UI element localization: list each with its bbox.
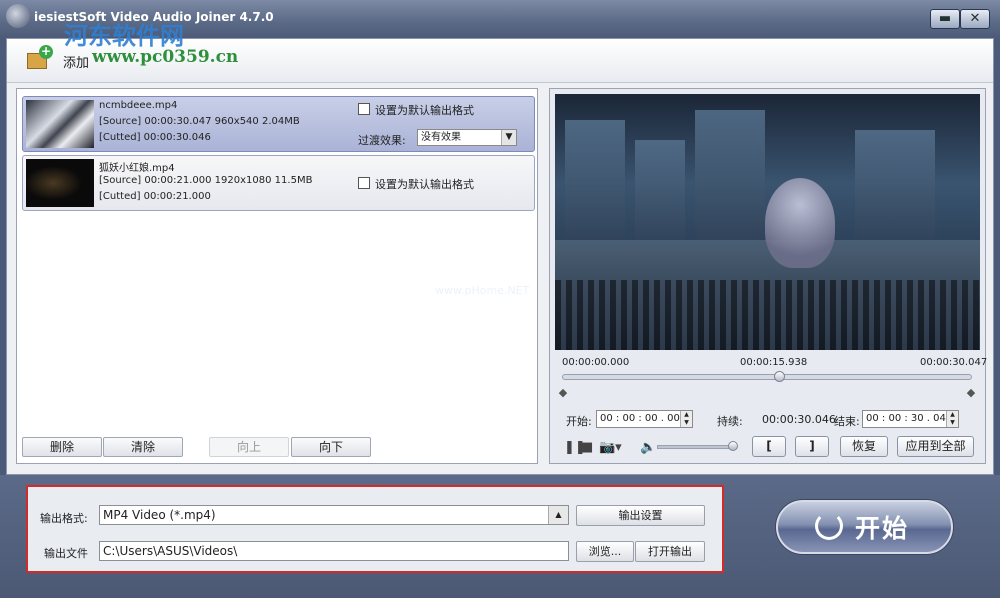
transition-select[interactable]: 没有效果 ▼ <box>417 129 517 146</box>
open-output-button[interactable]: 打开输出 <box>635 541 705 562</box>
file-name: 狐妖小红娘.mp4 <box>99 163 175 174</box>
add-file-icon[interactable]: + <box>23 45 53 71</box>
stop-icon[interactable]: ■ <box>581 440 593 455</box>
end-time-input[interactable]: 00 : 00 : 30 . 046 ▲ ▼ <box>862 410 959 428</box>
app-logo-icon <box>6 4 30 28</box>
time-end: 00:00:30.047 <box>920 357 988 368</box>
clear-button[interactable]: 清除 <box>103 437 183 457</box>
volume-handle[interactable] <box>728 441 738 451</box>
start-label: 开始: <box>566 415 592 428</box>
start-time-input[interactable]: 00 : 00 : 00 . 000 ▲ ▼ <box>596 410 693 428</box>
transition-label: 过渡效果: <box>358 134 406 147</box>
output-format-label: 输出格式: <box>40 512 88 525</box>
file-list-item[interactable]: 狐妖小红娘.mp4 [Source] 00:00:21.000 1920x108… <box>22 155 535 211</box>
refresh-icon <box>815 512 843 540</box>
browse-button[interactable]: 浏览... <box>576 541 634 562</box>
chevron-down-icon[interactable]: ▼ <box>501 130 516 145</box>
video-preview[interactable] <box>555 94 980 350</box>
start-marker-icon[interactable]: ◆ <box>557 386 569 402</box>
duration-label: 持续: <box>717 415 743 428</box>
file-cutted-info: [Cutted] 00:00:21.000 <box>99 191 211 202</box>
start-button-label[interactable]: 开始 <box>855 509 909 545</box>
end-label: 结束: <box>834 415 860 428</box>
mark-in-button[interactable]: [ <box>752 436 786 457</box>
move-up-button[interactable]: 向上 <box>209 437 289 457</box>
seek-bar[interactable] <box>562 374 972 380</box>
default-format-label: 设置为默认输出格式 <box>375 104 474 117</box>
watermark-url: www.pc0359.cn <box>92 47 239 67</box>
default-format-checkbox[interactable] <box>358 103 370 115</box>
transition-value: 没有效果 <box>421 132 461 143</box>
file-list: ncmbdeee.mp4 [Source] 00:00:30.047 960x5… <box>16 88 538 464</box>
watermark-text: 河东软件网 <box>64 21 184 50</box>
volume-slider[interactable] <box>657 445 737 449</box>
end-time-value: 00 : 00 : 30 . 046 <box>866 413 953 424</box>
add-button-label[interactable]: 添加 <box>63 52 89 71</box>
restore-button[interactable]: 恢复 <box>840 436 888 457</box>
output-settings-button[interactable]: 输出设置 <box>576 505 705 526</box>
minimize-button[interactable]: ▬ <box>930 9 960 29</box>
start-time-value: 00 : 00 : 00 . 000 <box>600 413 687 424</box>
output-format-value: MP4 Video (*.mp4) <box>103 508 216 522</box>
end-marker-icon[interactable]: ◆ <box>965 386 977 402</box>
output-file-label: 输出文件 <box>44 547 88 560</box>
apply-all-button[interactable]: 应用到全部 <box>897 436 974 457</box>
file-cutted-info: [Cutted] 00:00:30.046 <box>99 132 211 143</box>
video-watermark: www.pHome.NET <box>435 284 530 297</box>
close-button[interactable]: ✕ <box>960 9 990 29</box>
spinner-icon[interactable]: ▲ ▼ <box>680 411 692 427</box>
spinner-icon[interactable]: ▲ ▼ <box>946 411 958 427</box>
move-down-button[interactable]: 向下 <box>291 437 371 457</box>
file-name: ncmbdeee.mp4 <box>99 100 178 111</box>
video-thumbnail <box>26 100 94 148</box>
file-list-item[interactable]: ncmbdeee.mp4 [Source] 00:00:30.047 960x5… <box>22 96 535 152</box>
default-format-checkbox[interactable] <box>358 177 370 189</box>
video-thumbnail <box>26 159 94 207</box>
snapshot-icon[interactable]: 📷▾ <box>599 440 622 455</box>
output-format-select[interactable]: MP4 Video (*.mp4) ▲ <box>99 505 569 525</box>
output-path-input[interactable]: C:\Users\ASUS\Videos\ <box>99 541 569 561</box>
time-start: 00:00:00.000 <box>562 357 630 368</box>
whale-figure <box>765 178 835 268</box>
mark-out-button[interactable]: ] <box>795 436 829 457</box>
time-current: 00:00:15.938 <box>740 357 808 368</box>
duration-value: 00:00:30.046 <box>762 413 836 426</box>
chevron-up-icon[interactable]: ▲ <box>548 506 568 524</box>
file-source-info: [Source] 00:00:30.047 960x540 2.04MB <box>99 116 300 127</box>
volume-icon[interactable]: 🔈 <box>640 440 656 455</box>
file-source-info: [Source] 00:00:21.000 1920x1080 11.5MB <box>99 175 313 186</box>
default-format-label: 设置为默认输出格式 <box>375 178 474 191</box>
delete-button[interactable]: 删除 <box>22 437 102 457</box>
